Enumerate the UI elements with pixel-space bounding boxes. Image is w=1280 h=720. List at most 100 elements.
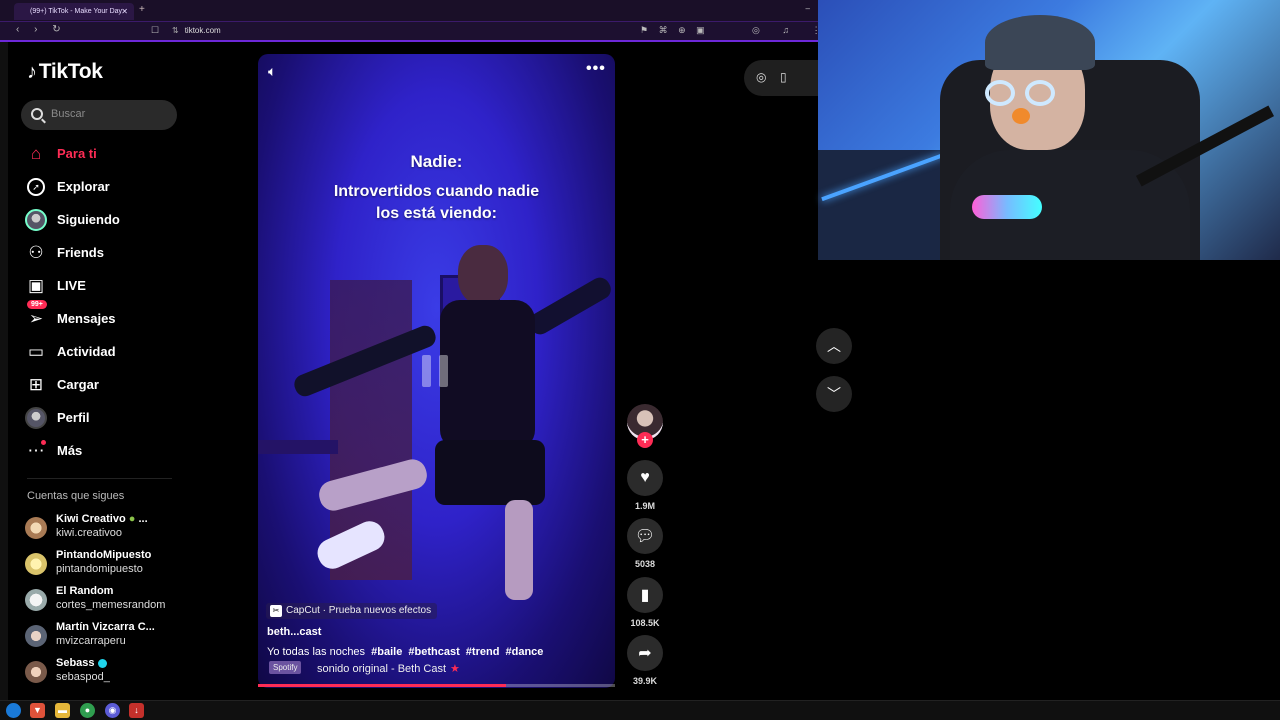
sidebar-item-live[interactable]: ▣ LIVE (25, 273, 175, 299)
window-minimize-button[interactable]: – (806, 4, 810, 13)
sidebar-item-friends[interactable]: ⚇ Friends (25, 240, 175, 266)
video-caption-line: Introvertidos cuando nadie (333, 183, 540, 200)
sidebar-item-siguiendo[interactable]: Siguiendo (25, 207, 175, 233)
account-handle: cortes_memesrandom (56, 599, 166, 611)
comment-count: 5038 (634, 559, 656, 569)
profile-avatar-icon (25, 407, 47, 429)
follow-plus-icon[interactable]: + (637, 432, 653, 448)
share-button[interactable]: ➦ (627, 635, 663, 671)
tiktok-logo[interactable]: ♪TikTok (27, 60, 103, 84)
sidebar-item-actividad[interactable]: ▭ Actividad (25, 339, 175, 365)
sidebar-item-label: Explorar (57, 179, 110, 194)
comment-button[interactable]: 💬︎ (627, 518, 663, 554)
search-input[interactable] (21, 100, 177, 130)
tiktok-note-icon: ♪ (27, 61, 37, 83)
sidebar-item-label: Perfil (57, 410, 90, 425)
sidebar-item-label: Friends (57, 245, 104, 260)
following-accounts-title: Cuentas que sigues (27, 490, 125, 502)
app-icon[interactable]: ↓ (129, 703, 144, 718)
compass-icon: ➚ (25, 176, 47, 198)
sidebar-item-para-ti[interactable]: ⌂ Para ti (25, 141, 175, 167)
new-tab-button[interactable]: + (139, 4, 145, 15)
sidebar-item-mas[interactable]: ⋯ Más (25, 438, 175, 464)
chevron-down-icon: ﹀ (827, 386, 841, 402)
url-field[interactable]: ⇅ tiktok.com (172, 26, 221, 35)
site-info-icon[interactable]: ⇅ (172, 26, 179, 35)
sidebar-item-label: Siguiendo (57, 212, 120, 227)
sidebar-item-explorar[interactable]: ➚ Explorar (25, 174, 175, 200)
volume-icon[interactable]: 🔈︎ (268, 63, 276, 80)
compass-icon[interactable]: ◎ (756, 70, 766, 84)
like-count: 1.9M (634, 501, 655, 511)
sidebar-item-mensajes[interactable]: ➢ 99+ Mensajes (25, 300, 175, 332)
tab-title: (99+) TikTok - Make Your Day (30, 8, 123, 15)
sound-link[interactable]: sonido original - Beth Cast ★ (317, 662, 460, 675)
sidebar-item-perfil[interactable]: Perfil (25, 405, 175, 431)
account-handle: mvizcarraperu (56, 635, 126, 647)
bookmark-icon[interactable]: ☐ (151, 25, 159, 36)
video-description: Yo todas las noches #baile #bethcast #tr… (267, 646, 544, 658)
account-name: Kiwi Creativo ● ... (56, 513, 148, 525)
bookmark-icon: ▮ (640, 587, 650, 604)
brave-browser-icon[interactable]: ▼ (30, 703, 45, 718)
video-caption-line: Nadie: (410, 152, 463, 171)
friends-icon: ⚇ (28, 243, 44, 262)
like-button[interactable]: ♥ (627, 460, 663, 496)
sidebar-item-cargar[interactable]: ⊞ Cargar (25, 372, 175, 398)
following-account-item[interactable]: Martín Vizcarra C... mvizcarraperu (25, 621, 185, 651)
url-text: tiktok.com (184, 26, 221, 35)
avatar (25, 589, 47, 611)
activity-icon: ▭ (27, 342, 45, 361)
following-account-item[interactable]: Kiwi Creativo ● ... kiwi.creativoo (25, 513, 185, 543)
tab-close-icon[interactable]: ✕ (121, 3, 128, 20)
address-bar-action-icons[interactable]: ⚑ ⌘ ⊕ ▣ (640, 25, 709, 36)
next-video-button[interactable]: ﹀ (816, 376, 852, 412)
os-taskbar (0, 700, 1280, 720)
account-name: El Random (56, 585, 114, 597)
comment-icon: 💬︎ (634, 528, 656, 545)
following-account-item[interactable]: PintandoMipuesto pintandomipuesto (25, 549, 185, 579)
live-tv-icon: ▣ (27, 276, 45, 295)
account-handle: kiwi.creativoo (56, 527, 123, 539)
hashtag-link[interactable]: #baile (371, 646, 402, 658)
more-dots-icon: ⋯ (27, 440, 46, 460)
folder-icon[interactable]: ▬ (55, 703, 70, 718)
account-handle: pintandomipuesto (56, 563, 143, 575)
video-caption-line: los está viendo: (376, 205, 497, 222)
account-name: PintandoMipuesto (56, 549, 152, 561)
save-count: 108.5K (630, 618, 660, 628)
hashtag-link[interactable]: #bethcast (408, 646, 459, 658)
following-account-item[interactable]: Sebass sebaspod_ (25, 657, 185, 687)
more-options-icon[interactable]: ••• (586, 60, 606, 78)
device-icon[interactable]: ▯ (780, 70, 787, 84)
webcam-glasses (985, 80, 1065, 108)
avatar (25, 517, 47, 539)
sidebar-item-label: Más (57, 443, 83, 458)
messages-icon: ➢ (28, 309, 44, 328)
save-button[interactable]: ▮ (627, 577, 663, 613)
sidebar-item-label: Para ti (57, 146, 97, 161)
browser-nav-icons[interactable]: ‹ › ↻ (16, 24, 67, 35)
chrome-icon[interactable]: ● (80, 703, 95, 718)
home-icon: ⌂ (30, 144, 42, 163)
sidebar-item-label: Cargar (57, 377, 99, 392)
spotify-badge[interactable]: Spotify (269, 661, 302, 674)
obs-icon[interactable]: ◉ (105, 703, 120, 718)
previous-video-button[interactable]: ︿ (816, 328, 852, 364)
webcam-person-cap (985, 15, 1095, 70)
search-icon (31, 108, 43, 120)
sidebar-item-label: Actividad (57, 344, 116, 359)
avatar (25, 661, 47, 683)
hashtag-link[interactable]: #dance (505, 646, 543, 658)
heart-icon: ♥ (640, 469, 650, 486)
following-account-item[interactable]: El Random cortes_memesrandom (25, 585, 185, 615)
capcut-effect-link[interactable]: ✂ CapCut · Prueba nuevos efectos (266, 603, 438, 619)
video-scene-dancer (291, 245, 615, 600)
hashtag-link[interactable]: #trend (466, 646, 500, 658)
account-name: Sebass (56, 657, 107, 669)
pause-icon[interactable] (422, 355, 452, 387)
start-icon[interactable] (6, 703, 21, 718)
video-author[interactable]: beth...cast (267, 626, 321, 638)
browser-tab[interactable]: (99+) TikTok - Make Your Day ✕ (14, 3, 134, 20)
avatar (25, 553, 47, 575)
